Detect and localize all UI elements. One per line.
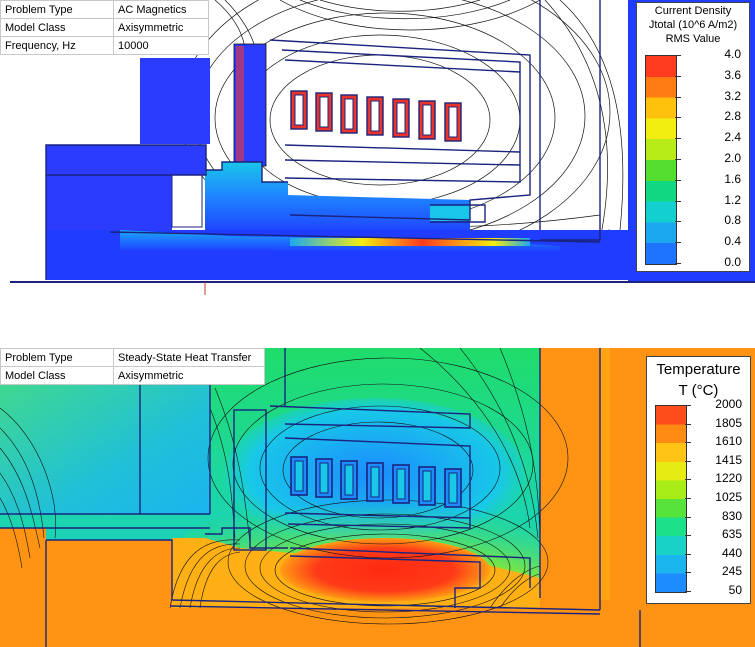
legend-tick [685, 498, 691, 499]
legend-value: 440 [721, 545, 742, 560]
info-key: Problem Type [0, 0, 114, 19]
legend-value: 0.8 [724, 213, 741, 228]
legend-value: 3.6 [724, 67, 741, 82]
legend-tick [685, 405, 691, 406]
legend-quantity: Jtotal (10^6 A/m2) [648, 19, 738, 31]
legend-tick [675, 138, 681, 140]
legend-value: 1415 [715, 452, 742, 467]
legend-tick [675, 200, 681, 202]
ac-magnetics-plot: Problem Type AC Magnetics Model Class Ax… [0, 0, 755, 300]
legend-tick [685, 479, 691, 481]
legend-value: 1025 [715, 490, 742, 504]
legend-title: Temperature [656, 361, 741, 378]
gap-slot [171, 174, 203, 228]
info-row: Model Class Axisymmetric [0, 366, 265, 385]
legend-tick [675, 179, 681, 181]
legend-tick [675, 117, 681, 119]
legend-value: 1.2 [724, 192, 741, 207]
legend-value: 830 [721, 508, 742, 523]
legend-value: 2.0 [724, 151, 741, 165]
base-step [46, 145, 206, 175]
legend-tick [685, 516, 691, 518]
legend-tick [685, 572, 691, 574]
legend-value: 50 [728, 583, 742, 597]
legend-value: 635 [721, 527, 742, 542]
legend-tick [675, 242, 681, 244]
legend-value: 1805 [715, 415, 742, 430]
legend-tick [685, 591, 691, 592]
info-row: Frequency, Hz 10000 [0, 36, 209, 55]
legend-tick [685, 442, 691, 444]
legend-tick [685, 553, 691, 555]
legend-title: Current Density [654, 5, 732, 17]
legend-tick [675, 263, 681, 264]
info-value: Axisymmetric [113, 366, 265, 385]
legend-value: 0.4 [724, 234, 741, 249]
legend-tick [685, 535, 691, 537]
legend-tick [675, 96, 681, 98]
pole-block [140, 58, 210, 144]
legend-value: 0.0 [724, 255, 741, 269]
legend-tick [685, 423, 691, 425]
info-key: Model Class [0, 366, 114, 385]
temperature-field [0, 348, 755, 647]
info-key: Frequency, Hz [0, 36, 114, 55]
problem-info-table: Problem Type Steady-State Heat Transfer … [0, 348, 265, 385]
info-value: 10000 [113, 36, 209, 55]
legend-value: 245 [721, 564, 742, 579]
legend-color-bar [655, 405, 687, 593]
info-value: AC Magnetics [113, 0, 209, 19]
legend-value: 1220 [715, 471, 742, 486]
legend-value: 1610 [715, 434, 742, 449]
legend-value: 4.0 [724, 47, 741, 61]
hot-spot [280, 538, 490, 602]
heat-transfer-plot: Problem Type Steady-State Heat Transfer … [0, 348, 755, 647]
temperature-legend: Temperature T (°C) 2000 1805 1610 1415 1220 1… [646, 356, 751, 604]
info-row: Model Class Axisymmetric [0, 18, 209, 37]
legend-subtitle: RMS Value [665, 33, 721, 45]
info-row: Problem Type AC Magnetics [0, 0, 209, 19]
info-row: Problem Type Steady-State Heat Transfer [0, 348, 265, 367]
legend-tick [675, 55, 681, 56]
legend-value: 1.6 [724, 171, 741, 186]
legend-value: 2000 [715, 397, 742, 411]
legend-tick [675, 221, 681, 223]
legend-tick [685, 460, 691, 462]
legend-tick [675, 75, 681, 77]
info-key: Model Class [0, 18, 114, 37]
legend-tick [675, 159, 681, 160]
legend-value: 2.8 [724, 109, 741, 124]
current-density-legend: Current Density Jtotal (10^6 A/m2) RMS V… [636, 2, 750, 272]
legend-value: 3.2 [724, 88, 741, 103]
info-value: Axisymmetric [113, 18, 209, 37]
problem-info-table: Problem Type AC Magnetics Model Class Ax… [0, 0, 209, 55]
legend-color-bar [645, 55, 677, 265]
info-value: Steady-State Heat Transfer [113, 348, 265, 367]
legend-value: 2.4 [724, 130, 741, 145]
legend-quantity: T (°C) [678, 382, 719, 399]
info-key: Problem Type [0, 348, 114, 367]
